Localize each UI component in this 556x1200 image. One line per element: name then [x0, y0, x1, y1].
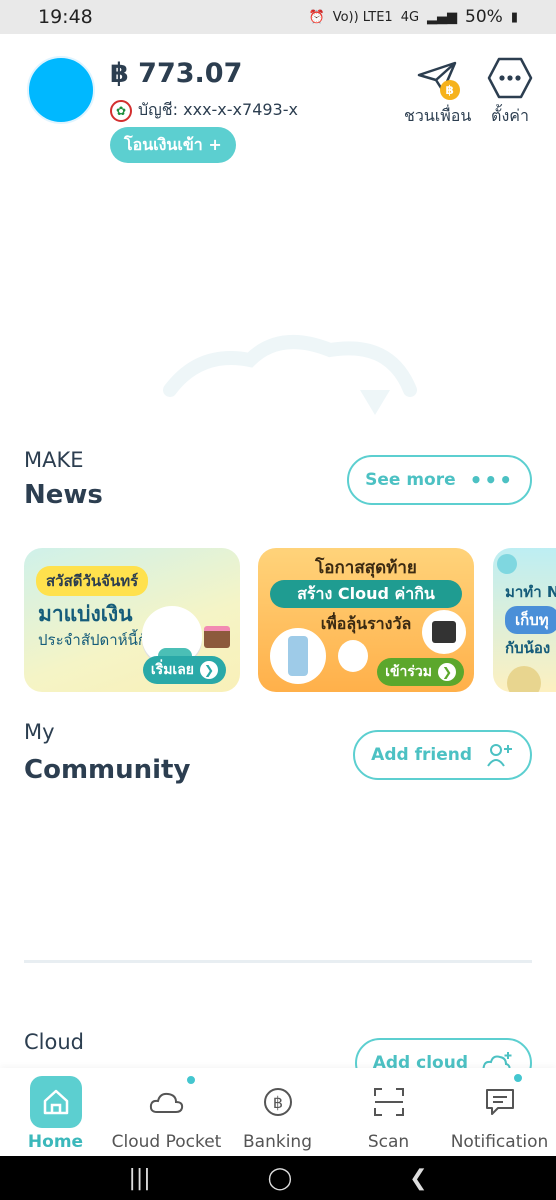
banner-subtitle: ประจำสัปดาห์นี้กัน	[38, 631, 158, 649]
section-divider	[24, 960, 532, 963]
arrow-right-icon: ❯	[438, 663, 456, 681]
banner-cta-button[interactable]: เริ่มเลย ❯	[142, 656, 226, 684]
alarm-icon: ⏰	[308, 9, 325, 25]
home-circle-icon[interactable]: ◯	[268, 1166, 293, 1191]
settings-button[interactable]: ตั้งค่า	[486, 56, 534, 129]
notification-dot	[511, 1072, 524, 1084]
recent-apps-icon[interactable]: |||	[128, 1166, 150, 1191]
see-more-button[interactable]: See more •••	[347, 455, 532, 505]
baht-coin-icon: ฿	[252, 1076, 304, 1128]
home-icon	[29, 1076, 82, 1128]
news-section-title: News	[24, 480, 103, 510]
banner-headline: มาทำ N	[505, 583, 556, 601]
community-section-kicker: My	[24, 720, 55, 744]
account-number: บัญชี: xxx-x-x7493-x	[138, 100, 298, 119]
status-bar: 19:48 ⏰ Vo)) LTE1 4G ▂▄▆ 50% ▮	[0, 0, 556, 34]
news-carousel[interactable]: สวัสดีวันจันทร์ มาแบ่งเงิน ประจำสัปดาห์น…	[24, 548, 556, 694]
status-time: 19:48	[38, 6, 93, 28]
banner-cta-label: เข้าร่วม	[385, 664, 432, 680]
nav-scan[interactable]: Scan	[333, 1068, 444, 1156]
banner-headline: มาแบ่งเงิน	[38, 602, 133, 626]
nav-home[interactable]: Home	[0, 1068, 111, 1156]
banner-cta-label: เริ่มเลย	[150, 662, 194, 678]
banner-kicker: โอกาสสุดท้าย	[315, 558, 417, 578]
news-banner[interactable]: โอกาสสุดท้าย สร้าง Cloud ค่ากิน เพื่อลุ้…	[258, 548, 474, 692]
nav-cloud-pocket-label: Cloud Pocket	[111, 1132, 222, 1152]
banner-cta-button[interactable]: เข้าร่วม ❯	[377, 658, 464, 686]
banner-subtitle: กับน้อง	[505, 639, 551, 657]
message-icon	[474, 1072, 526, 1128]
cake-icon	[204, 626, 230, 648]
banner-chip: สร้าง Cloud ค่ากิน	[270, 580, 462, 608]
scan-icon	[363, 1076, 415, 1128]
paper-plane-icon: ฿	[414, 56, 462, 100]
news-banner[interactable]: มาทำ N เก็บทุ กับน้อง	[493, 548, 556, 692]
bubble-icon	[497, 554, 517, 574]
settings-label: ตั้งค่า	[491, 106, 529, 125]
nav-home-label: Home	[27, 1132, 84, 1152]
mascot-icon	[338, 640, 368, 672]
status-icons: ⏰ Vo)) LTE1 4G ▂▄▆ 50% ▮	[309, 7, 519, 27]
nav-notification-label: Notification	[450, 1132, 549, 1152]
add-friend-label: Add friend	[371, 745, 472, 765]
system-navigation-bar: ||| ◯ ❮	[0, 1156, 556, 1200]
network-type: 4G	[400, 9, 420, 25]
back-icon[interactable]: ❮	[409, 1166, 427, 1191]
bitcoin-badge-icon: ฿	[439, 80, 460, 100]
nav-cloud-pocket[interactable]: Cloud Pocket	[111, 1068, 222, 1156]
nav-banking-label: Banking	[243, 1132, 312, 1152]
volte-indicator: Vo)) LTE1	[332, 9, 393, 25]
add-person-icon	[487, 744, 512, 767]
topup-button[interactable]: โอนเงินเข้า +	[110, 127, 236, 163]
banner-chip: เก็บทุ	[505, 606, 556, 634]
nav-scan-label: Scan	[367, 1132, 410, 1152]
battery-icon: ▮	[510, 9, 518, 25]
more-hexagon-icon	[486, 56, 534, 100]
cloud-section-kicker: Cloud	[24, 1030, 84, 1054]
news-section-kicker: MAKE	[24, 448, 84, 472]
account-header: ฿ 773.07 ✿ บัญชี: xxx-x-x7493-x โอนเงินเ…	[0, 34, 556, 184]
svg-text:฿: ฿	[272, 1093, 282, 1112]
notification-dot	[184, 1074, 197, 1086]
account-row: ✿ บัญชี: xxx-x-x7493-x	[110, 98, 298, 123]
signal-icon: ▂▄▆	[427, 9, 458, 25]
add-friend-button[interactable]: Add friend	[353, 730, 532, 780]
see-more-label: See more	[365, 470, 456, 490]
nav-notification[interactable]: Notification	[444, 1068, 555, 1156]
cloud-icon	[141, 1074, 197, 1128]
cloud-decoration-icon	[163, 335, 417, 415]
news-banner[interactable]: สวัสดีวันจันทร์ มาแบ่งเงิน ประจำสัปดาห์น…	[24, 548, 240, 692]
battery-level: 50%	[465, 7, 503, 27]
balance-amount: ฿ 773.07	[110, 58, 243, 89]
bank-logo-icon: ✿	[110, 99, 132, 122]
phone-icon	[288, 636, 308, 676]
invite-label: ชวนเพื่อน	[404, 106, 472, 125]
bottom-navigation: Home Cloud Pocket ฿ Banking Scan Notific…	[0, 1068, 556, 1156]
device-icon	[432, 621, 456, 643]
arrow-right-icon: ❯	[200, 661, 218, 679]
invite-friend-button[interactable]: ฿ ชวนเพื่อน	[404, 56, 471, 129]
dots-icon: •••	[469, 468, 514, 492]
banner-chip: สวัสดีวันจันทร์	[36, 566, 149, 596]
avatar[interactable]	[27, 56, 95, 124]
coin-icon	[507, 666, 541, 692]
community-section-title: Community	[24, 755, 191, 785]
nav-banking[interactable]: ฿ Banking	[222, 1068, 333, 1156]
